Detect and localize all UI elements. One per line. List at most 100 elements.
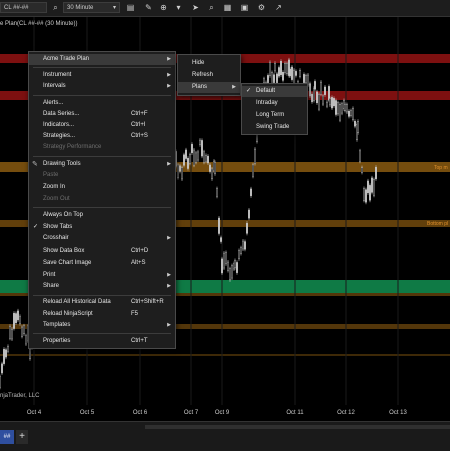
chevron-right-icon: ▶ bbox=[167, 72, 171, 78]
x-axis-label: Oct 9 bbox=[214, 410, 230, 416]
candle bbox=[191, 144, 193, 154]
interval-label: 30 Minute bbox=[67, 5, 94, 11]
menu-item-instrument[interactable]: Instrument ▶ bbox=[29, 70, 175, 81]
candle bbox=[21, 326, 23, 337]
x-axis-label: Oct 6 bbox=[132, 410, 148, 416]
menu-item-data-series[interactable]: Data Series... Ctrl+F bbox=[29, 109, 175, 120]
menu-item-strategies[interactable]: Strategies... Ctrl+S bbox=[29, 131, 175, 142]
candle bbox=[286, 63, 288, 74]
candle bbox=[201, 140, 203, 157]
candle bbox=[246, 222, 248, 234]
menu-item-save-chart-image[interactable]: Save Chart Image Alt+S bbox=[29, 258, 175, 269]
chevron-right-icon: ▶ bbox=[167, 322, 171, 328]
instrument-selector[interactable]: CL ##-## bbox=[0, 2, 47, 13]
menu-item-show-tabs[interactable]: ✓ Show Tabs bbox=[29, 222, 175, 233]
candle bbox=[354, 121, 356, 127]
settings-icon[interactable]: ⚙ bbox=[256, 2, 267, 13]
chart-title: e Plan(CL ##-## (30 Minute)) bbox=[0, 21, 78, 27]
bar-chart-icon[interactable]: ▤ bbox=[125, 2, 136, 13]
menu-item-always-on-top[interactable]: Always On Top bbox=[29, 210, 175, 221]
menu-item-zoom-in[interactable]: Zoom In bbox=[29, 182, 175, 193]
menu-item-properties[interactable]: Properties Ctrl+T bbox=[29, 336, 175, 347]
candle bbox=[329, 98, 331, 106]
x-axis-label: Oct 4 bbox=[26, 410, 42, 416]
pencil-icon[interactable]: ✎ bbox=[143, 2, 154, 13]
zone-bottom-label: Bottom pl bbox=[427, 221, 449, 227]
candle bbox=[371, 177, 373, 193]
candle bbox=[365, 189, 367, 203]
chevron-right-icon: ▶ bbox=[167, 272, 171, 278]
candle bbox=[324, 86, 326, 95]
menu-item-drawing-tools[interactable]: ✎ Drawing Tools ▶ bbox=[29, 159, 175, 170]
x-axis-label: Oct 5 bbox=[79, 410, 95, 416]
chevron-right-icon: ▶ bbox=[167, 235, 171, 241]
menu-item-show-data-box[interactable]: Show Data Box Ctrl+D bbox=[29, 246, 175, 257]
cursor-icon[interactable]: ➤ bbox=[190, 2, 201, 13]
menu-item-plans[interactable]: Plans ▶ bbox=[178, 82, 240, 93]
interval-selector[interactable]: 30 Minute ▾ bbox=[63, 2, 120, 13]
menu-item-reload-historical-data[interactable]: Reload All Historical Data Ctrl+Shift+R bbox=[29, 297, 175, 308]
candle bbox=[19, 316, 21, 324]
candle bbox=[179, 165, 181, 172]
candle bbox=[320, 81, 322, 95]
expand-icon[interactable]: ↗ bbox=[273, 2, 284, 13]
menu-item-share[interactable]: Share ▶ bbox=[29, 281, 175, 292]
candle bbox=[339, 104, 341, 121]
candle bbox=[193, 149, 195, 166]
dropdown-icon[interactable]: ▾ bbox=[173, 2, 184, 13]
checkmark-icon: ✓ bbox=[246, 88, 252, 94]
menu-item-plan-long-term[interactable]: Long Term bbox=[242, 110, 307, 121]
menu-separator bbox=[33, 67, 171, 68]
x-axis-label: Oct 12 bbox=[337, 410, 355, 416]
menu-item-crosshair[interactable]: Crosshair ▶ bbox=[29, 233, 175, 244]
candle bbox=[359, 150, 361, 162]
x-axis-label: Oct 11 bbox=[286, 410, 304, 416]
candle bbox=[316, 91, 318, 104]
candle bbox=[252, 164, 254, 177]
menu-item-acme-trade-plan[interactable]: Acme Trade Plan ▶ bbox=[29, 54, 175, 65]
trade-plan-submenu: Hide Refresh Plans ▶ bbox=[177, 54, 241, 96]
candle bbox=[234, 260, 236, 268]
horizontal-scrollbar[interactable] bbox=[145, 425, 450, 429]
candle bbox=[348, 110, 350, 117]
menu-item-hide[interactable]: Hide bbox=[178, 58, 240, 69]
candle bbox=[337, 102, 339, 115]
menu-item-intervals[interactable]: Intervals ▶ bbox=[29, 81, 175, 92]
zoom-icon[interactable]: ⌕ bbox=[206, 2, 217, 13]
crosshair-icon[interactable]: ⊕ bbox=[158, 2, 169, 13]
menu-item-print[interactable]: Print ▶ bbox=[29, 270, 175, 281]
menu-item-plan-swing-trade[interactable]: Swing Trade bbox=[242, 122, 307, 133]
search-icon[interactable]: ⌕ bbox=[50, 2, 61, 13]
candle bbox=[331, 97, 333, 109]
candle bbox=[269, 62, 271, 76]
candle bbox=[231, 265, 233, 279]
chevron-down-icon: ▾ bbox=[112, 5, 116, 11]
menu-item-templates[interactable]: Templates ▶ bbox=[29, 320, 175, 331]
candle bbox=[238, 250, 240, 259]
candle bbox=[214, 162, 216, 174]
data-box-icon[interactable]: ▣ bbox=[239, 2, 250, 13]
candle bbox=[13, 313, 15, 329]
menu-separator bbox=[33, 333, 171, 334]
menu-item-reload-ninjascript[interactable]: Reload NinjaScript F5 bbox=[29, 309, 175, 320]
candle bbox=[305, 75, 307, 83]
candle bbox=[335, 100, 337, 115]
plans-submenu: ✓ Default Intraday Long Term Swing Trade bbox=[241, 83, 308, 135]
add-tab-button[interactable]: + bbox=[16, 430, 28, 444]
menu-item-plan-default[interactable]: ✓ Default bbox=[242, 86, 307, 97]
properties-icon[interactable]: ▦ bbox=[222, 2, 233, 13]
menu-item-indicators[interactable]: Indicators... Ctrl+I bbox=[29, 120, 175, 131]
menu-item-zoom-out: Zoom Out bbox=[43, 196, 70, 202]
chart-tab[interactable]: ## bbox=[0, 430, 14, 444]
menu-item-alerts[interactable]: Alerts... bbox=[29, 98, 175, 109]
menu-item-refresh[interactable]: Refresh bbox=[178, 70, 240, 81]
menu-item-plan-intraday[interactable]: Intraday bbox=[242, 98, 307, 109]
candle bbox=[1, 363, 3, 374]
candle bbox=[242, 240, 244, 250]
candle bbox=[23, 325, 25, 335]
candle bbox=[223, 252, 225, 269]
candle bbox=[289, 68, 291, 77]
candle bbox=[248, 209, 250, 219]
candle bbox=[299, 70, 301, 77]
menu-separator bbox=[33, 207, 171, 208]
